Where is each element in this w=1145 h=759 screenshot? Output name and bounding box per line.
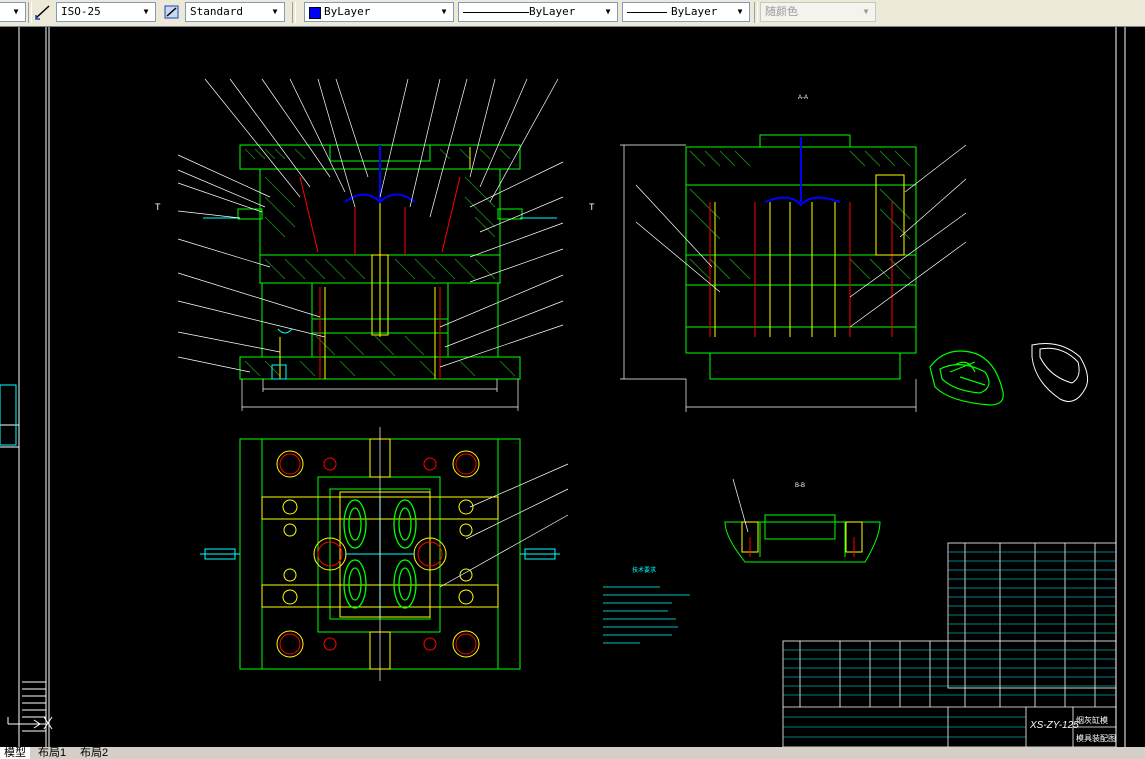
front-section-view: T T	[155, 78, 595, 411]
section-mark-left: T	[155, 202, 161, 212]
text-style-value: Standard	[190, 5, 243, 18]
side-section-view: A-A	[620, 95, 967, 412]
linetype-dropdown[interactable]: ByLayer ▼	[458, 2, 618, 22]
layout-tabs: 模型 布局1 布局2	[0, 747, 1145, 759]
tab-layout1[interactable]: 布局1	[34, 747, 70, 759]
dimension-style-icon[interactable]	[34, 3, 52, 21]
toolbar-separator	[28, 2, 32, 23]
section-b-label: B-B	[795, 483, 805, 489]
title-block: XS-ZY-125 烟灰缸模 模具装配图	[782, 542, 1117, 747]
layer-dropdown[interactable]: ▼	[0, 2, 26, 22]
section-mark-right: T	[589, 202, 595, 212]
toolbar-separator	[754, 2, 758, 23]
plot-style-value: 随颜色	[765, 5, 798, 18]
text-style-icon[interactable]	[163, 3, 181, 21]
chevron-down-icon: ▼	[441, 7, 447, 16]
title-block-name: 烟灰缸模	[1076, 715, 1108, 725]
title-block-model: XS-ZY-125	[1029, 720, 1079, 731]
text-style-dropdown[interactable]: Standard ▼	[185, 2, 285, 22]
linetype-sample	[463, 12, 529, 13]
chevron-down-icon: ▼	[272, 7, 278, 16]
dimension-style-value: ISO-25	[61, 5, 101, 18]
ucs-icon	[7, 716, 53, 730]
dimension-style-dropdown[interactable]: ISO-25 ▼	[56, 2, 156, 22]
left-stamp	[0, 384, 17, 446]
chevron-down-icon: ▼	[13, 7, 19, 16]
drawing-canvas[interactable]: T T A-A B-B 技术要求 XS-ZY-125 烟灰缸模 模具装配图	[0, 27, 1145, 747]
chevron-down-icon: ▼	[737, 7, 743, 16]
lineweight-value: ByLayer	[671, 5, 718, 18]
lineweight-dropdown[interactable]: ByLayer ▼	[622, 2, 750, 22]
plan-view	[200, 427, 569, 681]
toolbar-separator	[292, 2, 296, 23]
color-dropdown[interactable]: ByLayer ▼	[304, 2, 454, 22]
lineweight-sample	[627, 12, 667, 13]
technical-requirements: 技术要求	[603, 566, 690, 644]
chevron-down-icon: ▼	[863, 7, 869, 16]
linetype-value: ByLayer	[529, 5, 576, 18]
chevron-down-icon: ▼	[143, 7, 149, 16]
chevron-down-icon: ▼	[605, 7, 611, 16]
product-3d-views	[929, 343, 1089, 406]
section-a-label: A-A	[798, 95, 808, 101]
tech-requirements-title: 技术要求	[632, 566, 656, 574]
color-value: ByLayer	[324, 5, 371, 18]
tab-model[interactable]: 模型	[0, 747, 30, 759]
color-swatch	[309, 7, 321, 19]
section-b-view: B-B	[724, 478, 881, 563]
plot-style-dropdown[interactable]: 随颜色 ▼	[760, 2, 876, 22]
properties-toolbar: ▼ ISO-25 ▼ Standard ▼ ByLayer ▼ ByLayer …	[0, 0, 1145, 27]
title-block-subtitle: 模具装配图	[1076, 733, 1116, 743]
tab-layout2[interactable]: 布局2	[76, 747, 112, 759]
